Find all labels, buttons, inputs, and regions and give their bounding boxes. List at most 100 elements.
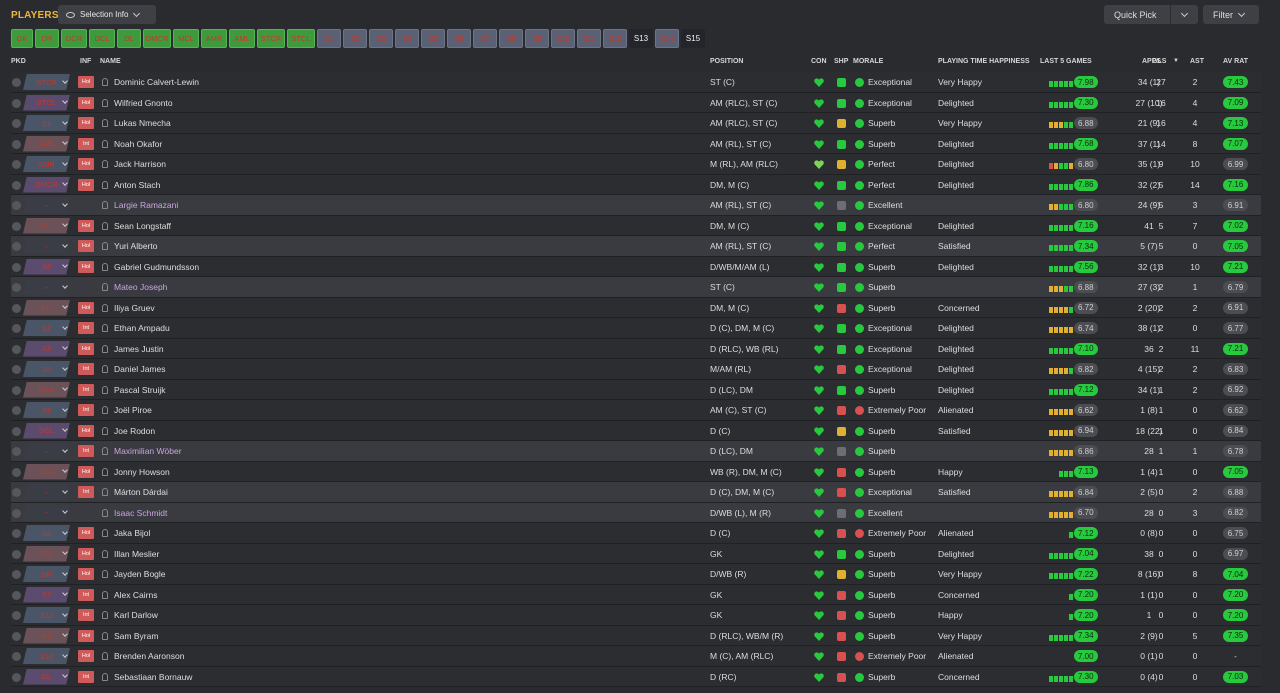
tab-s9[interactable]: S9 <box>525 29 549 48</box>
table-row[interactable]: - Hol Yuri Alberto AM (RL), ST (C) Perfect Sa… <box>11 236 1261 257</box>
player-name[interactable]: Jaka Bijol <box>114 528 150 538</box>
select-checkbox[interactable] <box>12 262 21 272</box>
player-name[interactable]: Joël Piroe <box>114 405 152 415</box>
pkd-dropdown[interactable] <box>59 115 71 131</box>
tab-s2[interactable]: S2 <box>343 29 367 48</box>
tab-stcl[interactable]: STCL <box>287 29 315 48</box>
pkd-dropdown[interactable] <box>59 525 71 541</box>
table-row[interactable]: S11 Hol Iliya Gruev DM, M (C) Superb Concerne… <box>11 297 1261 318</box>
tab-s13[interactable]: S13 <box>629 29 653 48</box>
tab-mcl[interactable]: MCL <box>173 29 199 48</box>
table-row[interactable]: S14 Hol Jonny Howson WB (R), DM, M (C) Super… <box>11 461 1261 482</box>
select-checkbox[interactable] <box>12 98 21 108</box>
pkd-dropdown[interactable] <box>59 382 71 398</box>
table-row[interactable]: GK Hol Illan Meslier GK Superb Delighted 7.04 3… <box>11 543 1261 564</box>
table-row[interactable]: DR Hol Jayden Bogle D/WB (R) Superb Very Happ… <box>11 564 1261 585</box>
col-morale[interactable]: MORALE <box>853 58 883 65</box>
pkd-dropdown[interactable] <box>59 136 71 152</box>
tab-s3[interactable]: S3 <box>369 29 393 48</box>
player-name[interactable]: Sebastiaan Bornauw <box>114 672 192 682</box>
tab-dmcr[interactable]: DMCR <box>143 29 171 48</box>
table-row[interactable]: - Largie Ramazani AM (RL), ST (C) Excellent… <box>11 195 1261 216</box>
col-gls[interactable]: GLS <box>1152 58 1166 65</box>
select-checkbox[interactable] <box>12 160 21 169</box>
table-row[interactable]: - Isaac Schmidt D/WB (L), M (R) Excellent 6.… <box>11 502 1261 523</box>
col-inf[interactable]: INF <box>80 58 91 65</box>
tab-dcl[interactable]: DCL <box>89 29 115 48</box>
tab-s10[interactable]: S10 <box>551 29 575 48</box>
pkd-dropdown[interactable] <box>59 74 71 90</box>
pkd-dropdown[interactable] <box>59 546 71 562</box>
table-row[interactable]: S3 Hol James Justin D (RLC), WB (RL) Excepti… <box>11 338 1261 359</box>
tab-dcr[interactable]: DCR <box>61 29 87 48</box>
select-checkbox[interactable] <box>12 549 21 559</box>
table-row[interactable]: S10 Hol Brenden Aaronson M (C), AM (RLC) Ext… <box>11 646 1261 667</box>
pkd-dropdown[interactable] <box>59 443 71 459</box>
table-row[interactable]: MCL Hol Sean Longstaff DM, M (C) Exceptional… <box>11 215 1261 236</box>
table-row[interactable]: S6 Hol Jaka Bijol D (C) Extremely Poor Aliena… <box>11 523 1261 544</box>
pkd-dropdown[interactable] <box>59 361 71 377</box>
player-name[interactable]: Daniel James <box>114 364 166 374</box>
player-name[interactable]: Anton Stach <box>114 180 160 190</box>
tab-s5[interactable]: S5 <box>421 29 445 48</box>
player-name[interactable]: Wilfried Gnonto <box>114 98 173 108</box>
table-row[interactable]: STCR Hol Dominic Calvert-Lewin ST (C) Except… <box>11 72 1261 93</box>
tab-s7[interactable]: S7 <box>473 29 497 48</box>
table-row[interactable]: S4 Hol Sam Byram D (RLC), WB/M (R) Superb Ver… <box>11 625 1261 646</box>
pkd-dropdown[interactable] <box>59 423 71 439</box>
player-name[interactable]: Illan Meslier <box>114 549 159 559</box>
select-checkbox[interactable] <box>12 570 21 579</box>
player-name[interactable]: Alex Cairns <box>114 590 157 600</box>
select-checkbox[interactable] <box>12 631 21 641</box>
tab-s15[interactable]: S15 <box>681 29 705 48</box>
select-checkbox[interactable] <box>12 365 21 374</box>
table-row[interactable]: S12 Int Karl Darlow GK Superb Happy 7.20 1 0 0 7.2… <box>11 605 1261 626</box>
select-checkbox[interactable] <box>12 508 21 518</box>
select-checkbox[interactable] <box>12 201 21 210</box>
player-name[interactable]: Isaac Schmidt <box>114 508 167 518</box>
table-row[interactable]: S1 Hol Lukas Nmecha AM (RLC), ST (C) Superb V… <box>11 113 1261 134</box>
pkd-dropdown[interactable] <box>59 648 71 664</box>
select-checkbox[interactable] <box>12 78 21 87</box>
player-name[interactable]: Brenden Aaronson <box>114 651 184 661</box>
player-name[interactable]: Jonny Howson <box>114 467 170 477</box>
tab-s8[interactable]: S8 <box>499 29 523 48</box>
player-name[interactable]: Iliya Gruev <box>114 303 155 313</box>
col-pkd[interactable]: PKD <box>11 58 26 65</box>
select-checkbox[interactable] <box>12 426 21 436</box>
select-checkbox[interactable] <box>12 139 21 149</box>
pkd-dropdown[interactable] <box>59 238 71 254</box>
col-con[interactable]: CON <box>811 58 827 65</box>
filter-button[interactable]: Filter <box>1203 5 1259 24</box>
select-checkbox[interactable] <box>12 488 21 497</box>
pkd-dropdown[interactable] <box>59 197 71 213</box>
table-row[interactable]: DCL Hol Joe Rodon D (C) Superb Satisfied 6.94 1… <box>11 420 1261 441</box>
col-avrat[interactable]: AV RAT <box>1223 58 1248 65</box>
table-row[interactable]: - Int Márton Dárdai D (C), DM, M (C) Excepti… <box>11 482 1261 503</box>
player-name[interactable]: Pascal Struijk <box>114 385 166 395</box>
player-name[interactable]: Karl Darlow <box>114 610 158 620</box>
tab-stcr[interactable]: STCR <box>257 29 285 48</box>
table-row[interactable]: DMCR Hol Anton Stach DM, M (C) Perfect Deligh… <box>11 174 1261 195</box>
quick-pick-button[interactable]: Quick Pick <box>1104 5 1170 24</box>
select-checkbox[interactable] <box>12 406 21 415</box>
col-last5[interactable]: LAST 5 GAMES <box>1040 58 1092 65</box>
col-pth[interactable]: PLAYING TIME HAPPINESS <box>938 58 1030 65</box>
table-row[interactable]: AML Int Noah Okafor AM (RL), ST (C) Superb De… <box>11 133 1261 154</box>
select-checkbox[interactable] <box>12 385 21 395</box>
tab-s11[interactable]: S11 <box>577 29 601 48</box>
table-row[interactable]: S7 Int Alex Cairns GK Superb Concerned 7.20 1 (… <box>11 584 1261 605</box>
pkd-dropdown[interactable] <box>59 566 71 582</box>
pkd-dropdown[interactable] <box>59 607 71 623</box>
player-name[interactable]: Sam Byram <box>114 631 158 641</box>
select-checkbox[interactable] <box>12 447 21 456</box>
pkd-dropdown[interactable] <box>59 218 71 234</box>
tab-s14[interactable]: S14 <box>655 29 679 48</box>
player-name[interactable]: Gabriel Gudmundsson <box>114 262 199 272</box>
player-name[interactable]: Lukas Nmecha <box>114 118 171 128</box>
table-row[interactable]: S9 Int Joël Piroe AM (C), ST (C) Extremely P… <box>11 400 1261 421</box>
pkd-dropdown[interactable] <box>59 320 71 336</box>
table-row[interactable]: DL Int Sebastiaan Bornauw D (RC) Superb Conce… <box>11 666 1261 687</box>
player-name[interactable]: Noah Okafor <box>114 139 162 149</box>
player-name[interactable]: Ethan Ampadu <box>114 323 170 333</box>
